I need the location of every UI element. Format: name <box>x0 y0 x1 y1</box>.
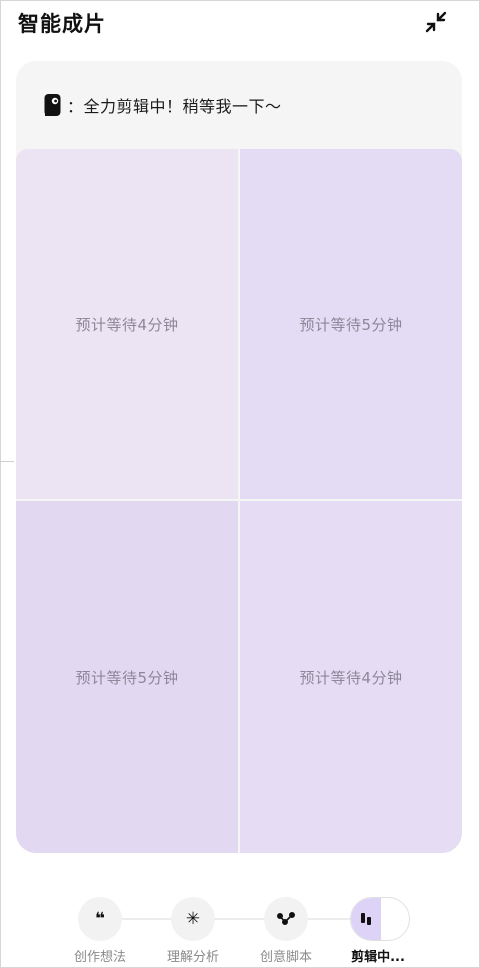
video-slot-2[interactable]: 预计等待5分钟 <box>240 149 462 499</box>
video-slot-1[interactable]: 预计等待4分钟 <box>16 149 238 499</box>
step-label: 剪辑中... <box>351 950 405 965</box>
wait-time-label: 预计等待4分钟 <box>299 668 403 687</box>
step-icon-circle <box>264 897 308 941</box>
step-idea[interactable]: ❝ 创作想法 <box>58 893 138 965</box>
quote-icon: ❝ <box>95 909 105 929</box>
collapse-arrows-icon <box>425 11 447 33</box>
header: 智能成片 <box>0 0 480 46</box>
step-label: 创作想法 <box>73 950 126 965</box>
step-label: 创意脚本 <box>259 950 312 965</box>
step-analysis[interactable]: ✳ 理解分析 <box>151 893 231 965</box>
wait-time-label: 预计等待4分钟 <box>75 315 179 334</box>
bot-avatar-icon <box>44 94 61 116</box>
page-title: 智能成片 <box>18 12 106 36</box>
wait-time-label: 预计等待5分钟 <box>75 668 179 687</box>
sparkle-icon: ✳ <box>185 909 201 929</box>
video-slot-3[interactable]: 预计等待5分钟 <box>16 501 238 853</box>
step-script[interactable]: 创意脚本 <box>244 893 324 965</box>
clips-icon <box>361 913 371 925</box>
collapse-button[interactable] <box>420 6 452 38</box>
status-row: ：全力剪辑中！稍等我一下～ <box>16 61 462 149</box>
nodes-icon <box>277 912 295 926</box>
video-slot-4[interactable]: 预计等待4分钟 <box>240 501 462 853</box>
video-grid: 预计等待4分钟 预计等待5分钟 预计等待5分钟 预计等待4分钟 <box>16 149 462 853</box>
step-icon-circle: ❝ <box>78 897 122 941</box>
status-text: ：全力剪辑中！稍等我一下～ <box>67 97 282 116</box>
step-icon-circle: ✳ <box>171 897 215 941</box>
step-icon-circle-active <box>350 897 410 941</box>
step-label: 理解分析 <box>166 950 219 965</box>
wait-time-label: 预计等待5分钟 <box>299 315 403 334</box>
progress-steps: ❝ 创作想法 ✳ 理解分析 创意脚本 剪辑中... <box>0 893 480 968</box>
step-editing[interactable]: 剪辑中... <box>336 893 416 965</box>
progress-fill <box>351 898 381 940</box>
preview-card: ：全力剪辑中！稍等我一下～ 预计等待4分钟 预计等待5分钟 预计等待5分钟 预计… <box>16 61 462 853</box>
side-divider <box>0 461 14 462</box>
